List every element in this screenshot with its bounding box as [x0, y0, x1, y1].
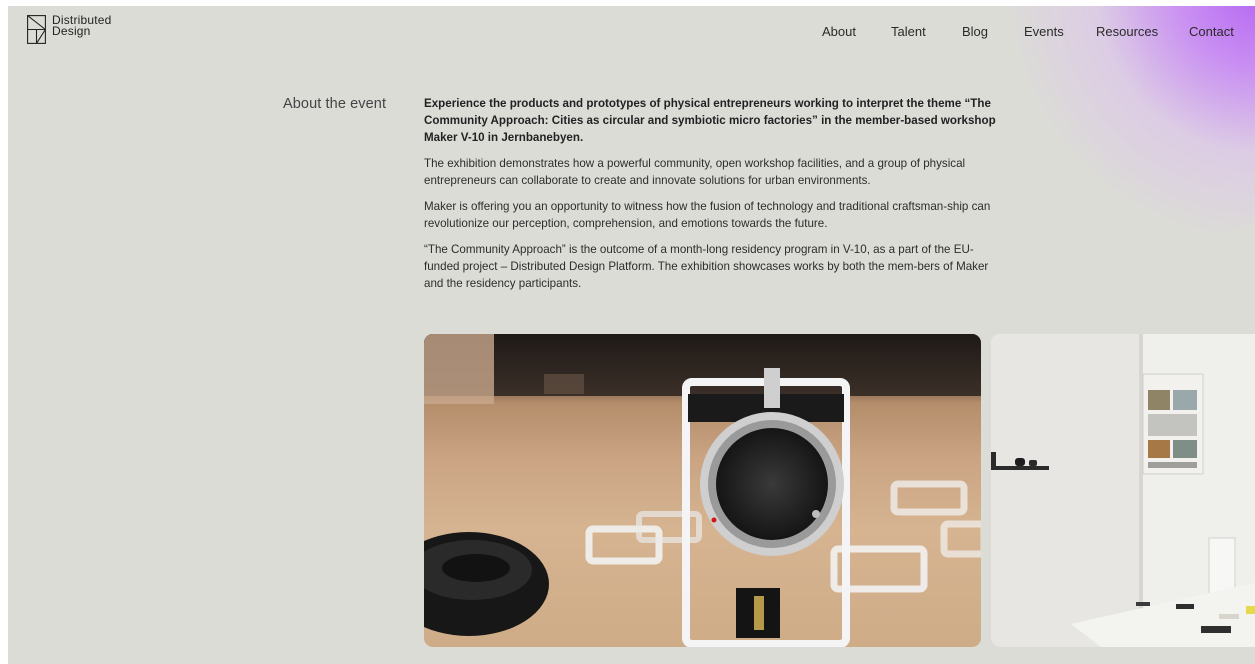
section-heading: About the event: [283, 96, 387, 112]
event-lead-paragraph: Experience the products and prototypes o…: [424, 97, 996, 144]
prototype-device-illustration: [424, 334, 981, 647]
page: Distributed Design About Talent Blog Eve…: [8, 6, 1255, 664]
nav-blog[interactable]: Blog: [962, 24, 988, 39]
event-paragraph: The exhibition demonstrates how a powerf…: [424, 157, 966, 187]
exhibition-wall-illustration: [991, 334, 1255, 647]
nav-resources[interactable]: Resources: [1096, 24, 1158, 39]
nav-about[interactable]: About: [822, 24, 856, 39]
event-paragraph: Maker is offering you an opportunity to …: [424, 200, 991, 230]
nav-talent[interactable]: Talent: [891, 24, 926, 39]
exhibition-wall-photo[interactable]: [991, 334, 1255, 647]
nav-events[interactable]: Events: [1024, 24, 1064, 39]
event-paragraph: “The Community Approach” is the outcome …: [424, 243, 989, 290]
prototype-device-photo[interactable]: [424, 334, 981, 647]
main-nav: About Talent Blog Events Resources Conta…: [8, 24, 1255, 40]
nav-contact[interactable]: Contact: [1189, 24, 1234, 39]
event-description: Experience the products and prototypes o…: [424, 95, 1002, 301]
purple-glow-decoration: [995, 6, 1255, 236]
